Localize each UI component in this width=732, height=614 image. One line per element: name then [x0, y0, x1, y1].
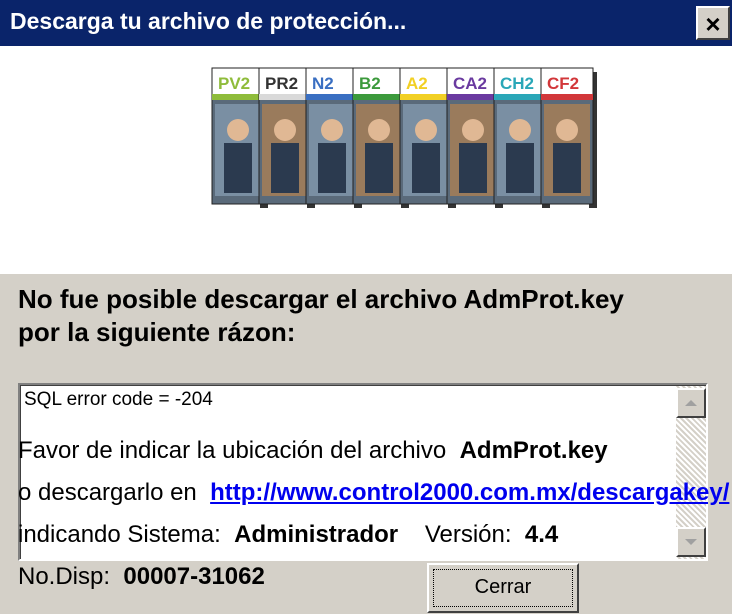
- error-message-line1: No fue posible descargar el archivo AdmP…: [18, 284, 624, 314]
- product-label: N2: [312, 74, 334, 93]
- product-label: A2: [406, 74, 428, 93]
- version-value: 4.4: [524, 521, 559, 548]
- disp-value: 00007-31062: [123, 563, 265, 590]
- dialog-window: Descarga tu archivo de protección... × P…: [0, 0, 732, 614]
- scroll-down-button[interactable]: [676, 527, 706, 557]
- title-bar[interactable]: Descarga tu archivo de protección... ×: [0, 0, 732, 46]
- file-name: AdmProt.key: [459, 437, 608, 464]
- product-box-cf2: CF2: [540, 67, 597, 208]
- system-name: Administrador: [234, 521, 399, 548]
- arrow-down-icon: [685, 539, 697, 545]
- arrow-up-icon: [685, 400, 697, 406]
- info-line-3: indicando Sistema: Administrador Versión…: [18, 521, 559, 548]
- product-label: PV2: [218, 74, 250, 93]
- product-label: B2: [359, 74, 381, 93]
- product-banner: PV2 PR2 N2 B2 A2 CA2 CH2 CF2: [0, 46, 732, 274]
- disp-label: No.Disp:: [18, 563, 111, 590]
- product-boxes-image: PV2 PR2 N2 B2 A2 CA2 CH2 CF2: [211, 67, 597, 208]
- info-line-4: No.Disp: 00007-31062: [18, 563, 265, 591]
- info-line-2: o descargarlo en http://www.control2000.…: [18, 479, 730, 506]
- vertical-scrollbar[interactable]: [676, 386, 706, 559]
- version-label: Versión:: [424, 521, 512, 548]
- error-code-text: SQL error code = -204: [24, 389, 213, 410]
- product-label: CH2: [500, 74, 534, 93]
- close-button[interactable]: Cerrar: [427, 563, 579, 613]
- scroll-up-button[interactable]: [676, 388, 706, 418]
- window-title: Descarga tu archivo de protección...: [10, 8, 407, 34]
- download-link[interactable]: http://www.control2000.com.mx/descargake…: [210, 479, 729, 506]
- info-line-1: Favor de indicar la ubicación del archiv…: [18, 437, 608, 464]
- product-label: PR2: [265, 74, 298, 93]
- error-message-line2: por la siguiente rázon:: [18, 317, 296, 347]
- error-message: No fue posible descargar el archivo AdmP…: [18, 283, 624, 349]
- close-icon[interactable]: ×: [696, 6, 730, 40]
- product-label: CA2: [453, 74, 487, 93]
- product-label: CF2: [547, 74, 579, 93]
